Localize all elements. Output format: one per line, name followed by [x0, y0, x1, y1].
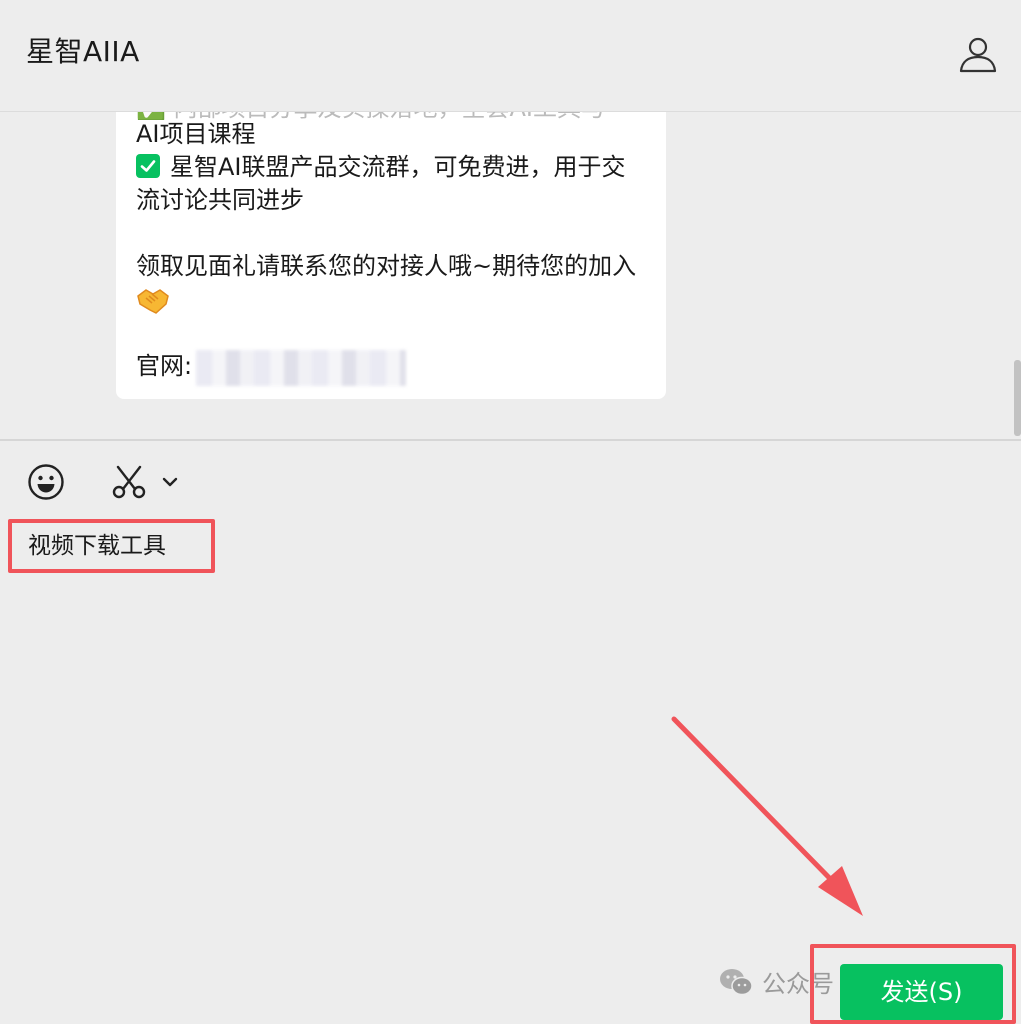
smiley-face-icon[interactable]	[27, 463, 65, 501]
profile-icon[interactable]	[958, 34, 998, 74]
chat-title: 星智AIIA	[26, 35, 140, 68]
handshake-emoji	[136, 286, 170, 325]
site-label: 官网:	[136, 352, 193, 380]
chat-header: 星智AIIA	[0, 0, 1021, 112]
annotation-arrow	[671, 716, 863, 916]
message-line-4: 领取见面礼请联系您的对接人哦~期待您的加入	[136, 252, 637, 280]
scissors-icon[interactable]	[110, 465, 148, 499]
chat-scrollbar[interactable]	[1014, 360, 1021, 436]
message-bubble[interactable]: ✅ 内部项目分享及实操落地，全套AI工具与 AI项目课程 星智AI联盟产品交流群…	[116, 112, 666, 399]
wechat-icon	[720, 968, 753, 995]
check-icon	[136, 154, 160, 178]
blurred-url	[196, 350, 406, 386]
chevron-down-icon[interactable]	[160, 473, 180, 491]
message-line-2-text: 星智AI联盟产品交流群，可免费进，用于交	[170, 153, 626, 181]
message-composer[interactable]: 视频下载工具 公众号 · 星智AIIA 发送(S)	[0, 441, 1021, 1024]
message-line-1: AI项目课程	[136, 120, 256, 148]
message-list[interactable]: ✅ 内部项目分享及实操落地，全套AI工具与 AI项目课程 星智AI联盟产品交流群…	[0, 112, 1021, 439]
message-line-2: 星智AI联盟产品交流群，可免费进，用于交	[136, 151, 626, 184]
input-highlight-box	[8, 519, 215, 573]
send-highlight-box	[810, 944, 1016, 1024]
message-line-3: 流讨论共同进步	[136, 186, 304, 214]
